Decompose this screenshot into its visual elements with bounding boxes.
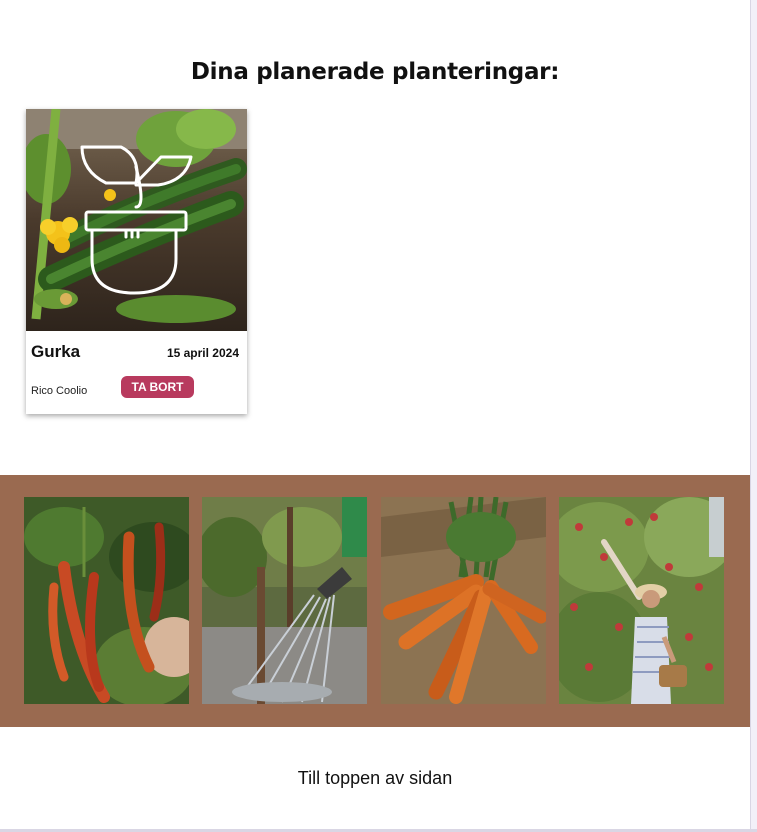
plant-name: Gurka (31, 342, 81, 361)
carrots-photo (381, 497, 546, 704)
planting-card: Gurka 15 april 2024 Rico Coolio TA BORT (26, 109, 247, 414)
planting-date: 15 april 2024 (166, 346, 239, 360)
page-title: Dina planerade planteringar: (190, 59, 560, 86)
apple-picking-photo (559, 497, 724, 704)
page: Dina planerade planteringar: Gurka 15 ap… (0, 0, 750, 832)
back-to-top-link[interactable]: Till toppen av sidan (0, 768, 750, 789)
chili-peppers-photo (24, 497, 189, 704)
cucumber-plant-photo (26, 109, 247, 331)
watering-can-photo (202, 497, 367, 704)
owner-name: Rico Coolio (31, 385, 88, 397)
gallery-band (0, 475, 750, 727)
window-edge (750, 0, 757, 832)
remove-button[interactable]: TA BORT (121, 376, 194, 398)
